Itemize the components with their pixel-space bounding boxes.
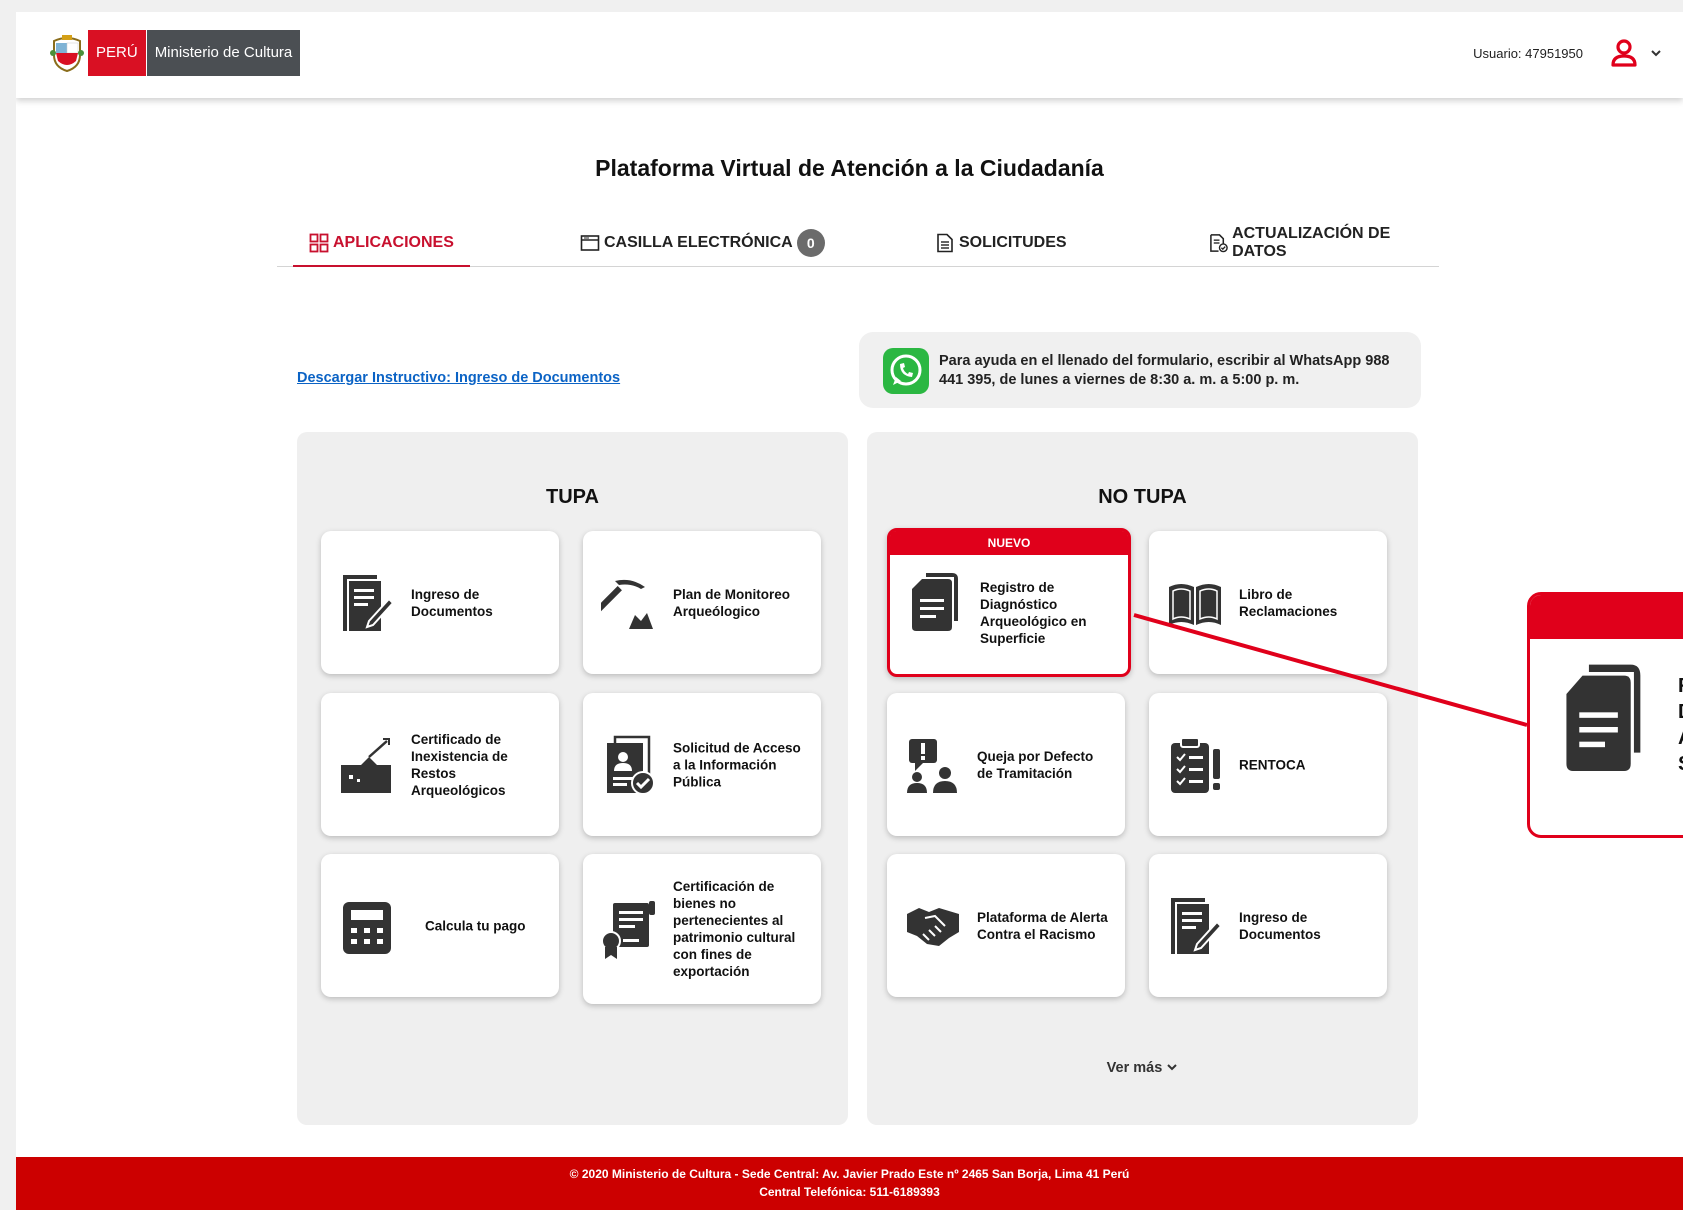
clipboard-checklist-icon: [1167, 735, 1223, 795]
whatsapp-icon[interactable]: [883, 348, 929, 394]
card-rentoca[interactable]: RENTOCA: [1149, 693, 1387, 836]
chevron-down-icon: [1167, 1064, 1178, 1071]
tab-actualizacion-datos[interactable]: ACTUALIZACIÓN DE DATOS: [1209, 220, 1439, 266]
top-header: PERÚ Ministerio de Cultura Usuario: 4795…: [16, 12, 1683, 98]
chevron-down-icon[interactable]: [1649, 46, 1663, 60]
no-tupa-title: NO TUPA: [1098, 486, 1187, 508]
footer-phone: Central Telefónica: 511-6189393: [759, 1185, 940, 1199]
tab-aplicaciones-label: APLICACIONES: [333, 234, 454, 251]
card-calcula-pago[interactable]: Calcula tu pago: [321, 854, 559, 997]
card-label: Libro de Reclamaciones: [1239, 586, 1338, 619]
handshake-icon: [905, 896, 961, 956]
document-edit-icon: [1167, 896, 1223, 956]
card-ingreso-documentos-no-tupa[interactable]: Ingreso de Documentos: [1149, 854, 1387, 997]
pickaxe-icon: [592, 573, 657, 633]
page: PERÚ Ministerio de Cultura Usuario: 4795…: [16, 12, 1683, 1210]
tab-aplicaciones[interactable]: APLICACIONES: [293, 220, 470, 267]
callout-letter: R: [1678, 673, 1683, 699]
tab-solicitudes[interactable]: SOLICITUDES: [935, 220, 1067, 266]
card-label: Plan de Monitoreo Arqueólogico: [673, 586, 791, 619]
user-menu[interactable]: Usuario: 47951950: [1473, 36, 1663, 70]
tab-solicitudes-label: SOLICITUDES: [959, 234, 1067, 251]
document-icon: [937, 233, 953, 253]
card-label: Plataforma de Alerta Contra el Racismo: [977, 909, 1108, 942]
callout-header-bar: [1530, 595, 1683, 639]
callout-letter: A: [1678, 725, 1683, 751]
user-icon[interactable]: [1607, 36, 1641, 70]
card-certificacion-bienes[interactable]: Certificación de bienes no perteneciente…: [583, 854, 821, 1004]
whatsapp-help-text: Para ayuda en el llenado del formulario,…: [939, 353, 1390, 388]
card-label: Certificación de bienes no perteneciente…: [673, 879, 796, 979]
apps-grid-icon: [309, 233, 329, 253]
card-certificado-inexistencia[interactable]: Certificado de Inexistencia de Restos Ar…: [321, 693, 559, 836]
whatsapp-help-box: Para ayuda en el llenado del formulario,…: [859, 332, 1421, 408]
card-registro-diagnostico[interactable]: NUEVO Registro de Diagnóstico Arqueológi…: [887, 528, 1131, 677]
coat-of-arms-icon: [50, 35, 84, 73]
brand-ministry: Ministerio de Cultura: [146, 30, 301, 76]
callout-letter: S: [1678, 751, 1683, 777]
inbox-icon: [580, 235, 600, 251]
tupa-title: TUPA: [546, 486, 599, 508]
new-badge: NUEVO: [890, 531, 1128, 555]
certificate-icon: [601, 899, 657, 959]
page-frame: PERÚ Ministerio de Cultura Usuario: 4795…: [0, 0, 1683, 1210]
documents-icon: [908, 571, 964, 631]
callout-letter: D: [1678, 699, 1683, 725]
notification-count-badge: 0: [796, 229, 825, 257]
ver-mas-link[interactable]: Ver más: [867, 1060, 1418, 1076]
document-check-icon: [1210, 234, 1228, 253]
tab-casilla-label: CASILLA ELECTRÓNICA: [604, 234, 793, 251]
card-label: RENTOCA: [1239, 757, 1306, 772]
card-plan-monitoreo[interactable]: Plan de Monitoreo Arqueólogico: [583, 531, 821, 674]
card-alerta-racismo[interactable]: Plataforma de Alerta Contra el Racismo: [887, 854, 1125, 997]
documents-icon: [1560, 661, 1650, 771]
card-libro-reclamaciones[interactable]: Libro de Reclamaciones: [1149, 531, 1387, 674]
card-label: Solicitud de Acceso a la Información Púb…: [673, 740, 801, 789]
footer-address: © 2020 Ministerio de Cultura - Sede Cent…: [569, 1167, 1130, 1181]
card-label: Ingreso de Documentos: [1239, 909, 1321, 942]
main-tabs: APLICACIONES CASILLA ELECTRÓNICA 0 SOLIC…: [277, 220, 1439, 267]
open-book-icon: [1167, 573, 1223, 633]
card-label: Calcula tu pago: [425, 918, 526, 933]
card-acceso-informacion[interactable]: Solicitud de Acceso a la Información Púb…: [583, 693, 821, 836]
complaint-people-icon: [905, 735, 961, 795]
download-instructions-link[interactable]: Descargar Instructivo: Ingreso de Docume…: [297, 370, 620, 386]
no-tupa-panel: NO TUPA NUEVO Registro de Diagnóstico Ar…: [867, 432, 1418, 1125]
footer: © 2020 Ministerio de Cultura - Sede Cent…: [16, 1157, 1683, 1210]
callout-cropped-label: R D A S: [1678, 673, 1683, 777]
card-label: Ingreso de Documentos: [411, 586, 493, 619]
ministry-logo[interactable]: PERÚ Ministerio de Cultura: [50, 30, 301, 76]
page-title: Plataforma Virtual de Atención a la Ciud…: [595, 155, 1104, 181]
card-label: Certificado de Inexistencia de Restos Ar…: [411, 731, 508, 798]
user-label: Usuario: 47951950: [1473, 45, 1583, 61]
tupa-panel: TUPA Ingreso de Documentos Plan de Monit…: [297, 432, 848, 1125]
id-document-check-icon: [601, 735, 657, 795]
document-edit-icon: [339, 573, 395, 633]
card-label: Queja por Defecto de Tramitación: [977, 748, 1094, 781]
card-ingreso-documentos[interactable]: Ingreso de Documentos: [321, 531, 559, 674]
brand-country: PERÚ: [88, 30, 146, 76]
ver-mas-label: Ver más: [1106, 1060, 1163, 1076]
calculator-icon: [339, 896, 395, 956]
card-queja-tramitacion[interactable]: Queja por Defecto de Tramitación: [887, 693, 1125, 836]
card-label: Registro de Diagnóstico Arqueológico en …: [980, 579, 1087, 646]
excavation-icon: [339, 735, 395, 795]
tab-casilla-electronica[interactable]: CASILLA ELECTRÓNICA 0: [580, 220, 825, 266]
tab-actualizacion-label: ACTUALIZACIÓN DE DATOS: [1232, 225, 1391, 260]
zoom-callout: R D A S: [1527, 592, 1683, 838]
